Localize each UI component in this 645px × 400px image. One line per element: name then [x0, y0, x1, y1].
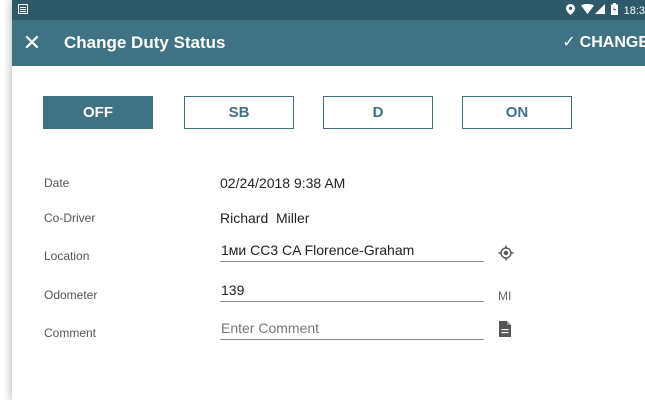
comment-label: Comment — [44, 326, 97, 340]
change-button[interactable]: ✓ CHANGE — [562, 32, 645, 52]
location-label: Location — [44, 249, 90, 263]
duty-d-button[interactable]: D — [323, 96, 433, 129]
date-label: Date — [44, 176, 70, 190]
notification-icon — [18, 4, 28, 14]
document-icon[interactable] — [498, 321, 514, 337]
app-bar: ✕ Change Duty Status ✓ CHANGE — [12, 20, 645, 66]
battery-icon — [610, 3, 618, 18]
change-button-label: CHANGE — [579, 34, 645, 51]
odometer-label: Odometer — [44, 288, 98, 302]
status-bar: 18:3 — [12, 0, 645, 20]
location-field[interactable]: 1ми CC3 CA Florence-Graham — [220, 240, 484, 262]
wifi-icon — [580, 3, 594, 17]
odometer-unit: MI — [498, 289, 512, 303]
gps-locate-icon[interactable] — [498, 245, 514, 261]
duty-off-button[interactable]: OFF — [43, 96, 153, 129]
co-driver-value[interactable]: Richard Miller — [220, 210, 309, 226]
co-driver-label: Co-Driver — [44, 211, 96, 225]
signal-icon — [594, 4, 605, 17]
comment-field[interactable]: Enter Comment — [220, 318, 484, 340]
close-icon[interactable]: ✕ — [18, 29, 46, 57]
odometer-field[interactable]: 139 — [220, 280, 484, 302]
page-title: Change Duty Status — [64, 33, 226, 52]
change-duty-status-screen: 18:3 ✕ Change Duty Status ✓ CHANGE OFF SB… — [12, 0, 645, 400]
status-bar-indicators: 18:3 — [565, 3, 645, 18]
date-value[interactable]: 02/24/2018 9:38 AM — [220, 175, 345, 191]
duty-sb-button[interactable]: SB — [184, 96, 294, 129]
status-time: 18:3 — [623, 4, 645, 17]
location-icon — [565, 3, 575, 18]
checkmark-icon: ✓ — [562, 34, 576, 51]
duty-on-button[interactable]: ON — [462, 96, 572, 129]
